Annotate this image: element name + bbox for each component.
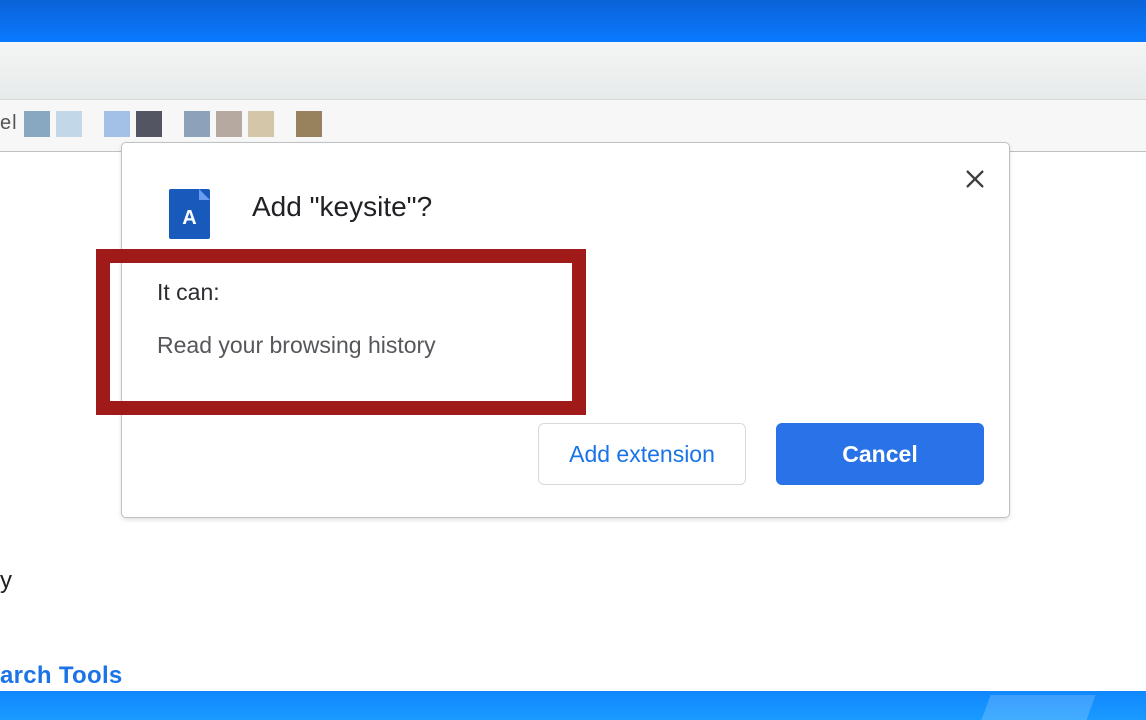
add-extension-button[interactable]: Add extension [538,423,746,485]
bookmark-swatch[interactable] [104,111,130,137]
bookmark-swatch[interactable] [216,111,242,137]
dialog-body: It can: Read your browsing history [157,279,989,359]
window-title-bar [0,0,1146,42]
bookmark-swatch[interactable] [296,111,322,137]
extension-icon: A [169,189,210,239]
bookmark-swatch[interactable] [184,111,210,137]
dialog-title: Add "keysite"? [252,191,432,223]
add-extension-dialog: A Add "keysite"? It can: Read your brows… [121,142,1010,518]
bookmark-swatch[interactable] [24,111,50,137]
os-taskbar [0,691,1146,720]
cancel-button[interactable]: Cancel [776,423,984,485]
bookmark-swatch[interactable] [248,111,274,137]
bookmark-swatch[interactable] [136,111,162,137]
close-icon [964,168,986,190]
permissions-lead: It can: [157,279,989,306]
dialog-actions: Add extension Cancel [538,423,984,485]
permission-item: Read your browsing history [157,332,989,359]
bookmark-swatch[interactable] [56,111,82,137]
sidebar-text-fragment: y [0,567,12,595]
extension-icon-letter: A [169,207,210,230]
bookmark-text-fragment: el [0,112,18,135]
taskbar-tile[interactable] [981,695,1095,720]
bookmark-swatches [24,111,322,137]
close-button[interactable] [961,165,989,193]
browser-toolbar [0,42,1146,100]
search-tools-link[interactable]: arch Tools [0,662,123,690]
